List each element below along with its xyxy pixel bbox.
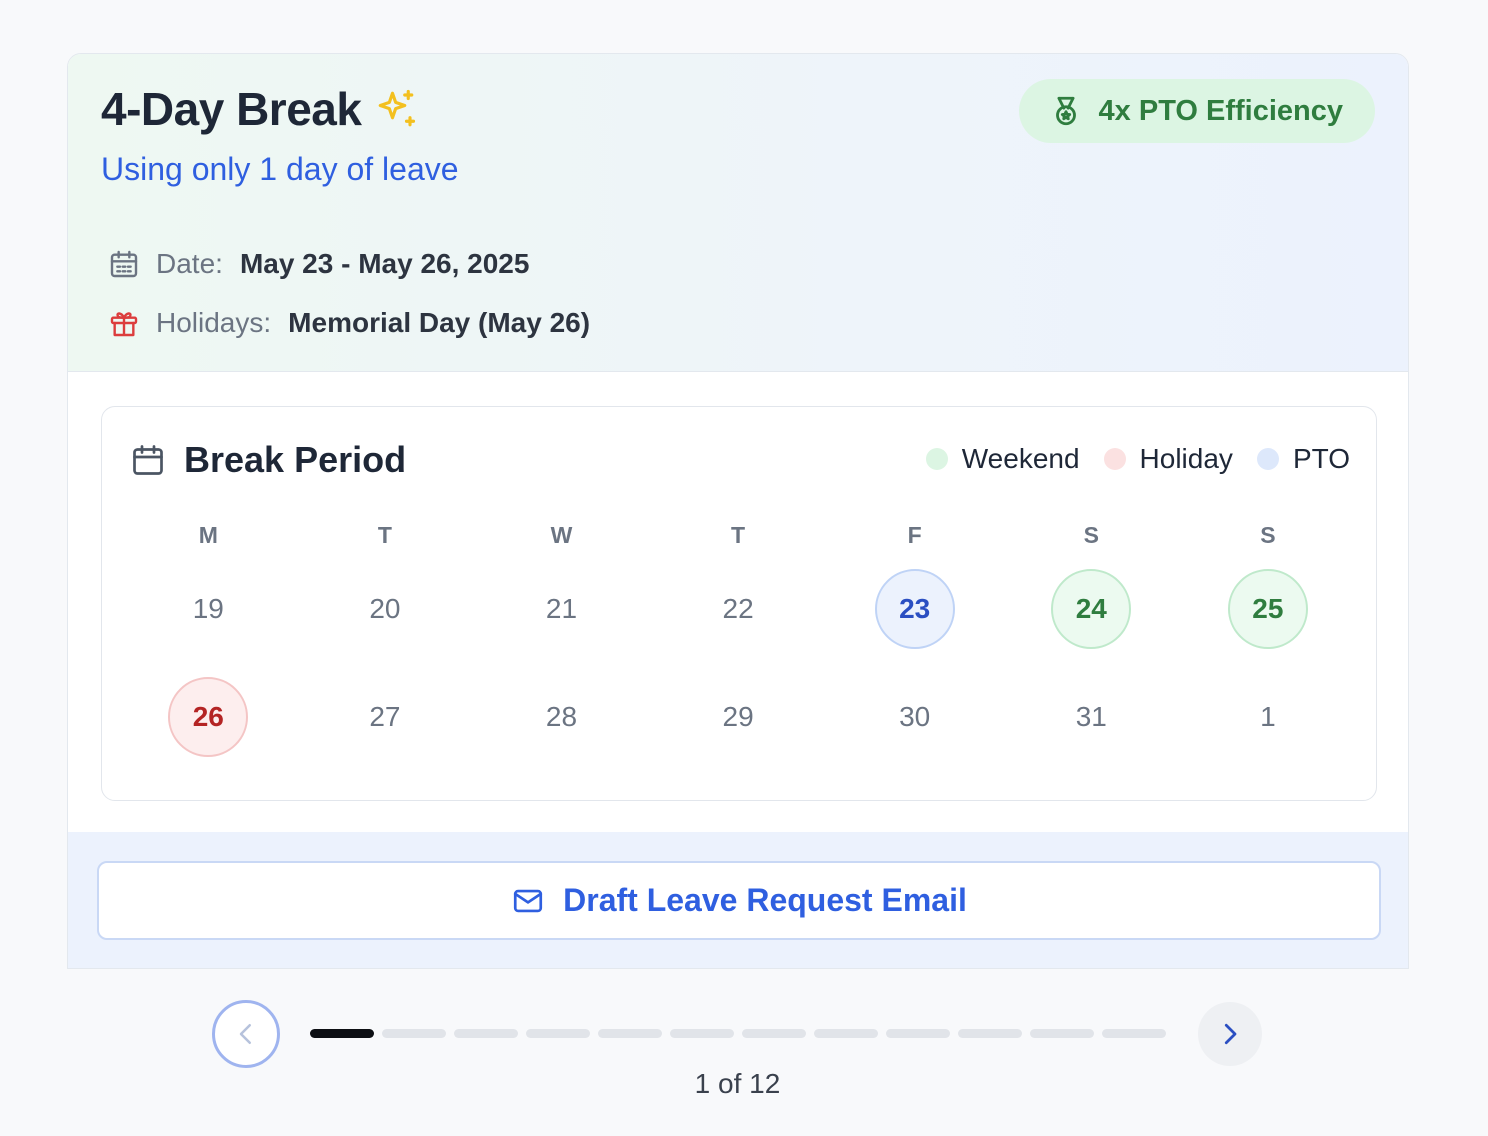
calendar-day: 20 bbox=[297, 555, 474, 663]
calendar-day: 22 bbox=[650, 555, 827, 663]
holidays-value: Memorial Day (May 26) bbox=[288, 307, 591, 338]
calendar-day-number: 28 bbox=[545, 701, 578, 732]
calendar-day: 28 bbox=[473, 663, 650, 771]
weekday-header: S bbox=[1083, 522, 1099, 548]
page-indicator-dot[interactable] bbox=[598, 1029, 662, 1038]
page-indicator-dot[interactable] bbox=[382, 1029, 446, 1038]
weekday-header: W bbox=[550, 522, 573, 548]
break-subtitle: Using only 1 day of leave bbox=[101, 151, 459, 187]
weekday-header: T bbox=[731, 522, 746, 548]
legend-item-holiday: Holiday bbox=[1103, 443, 1233, 475]
calendar-day: 24 bbox=[1003, 555, 1180, 663]
efficiency-badge: 4x PTO Efficiency bbox=[1018, 79, 1375, 143]
weekday-header: S bbox=[1260, 522, 1276, 548]
calendar-day-number: 29 bbox=[722, 701, 754, 732]
calendar-title-text: Break Period bbox=[184, 439, 407, 480]
efficiency-badge-label: 4x PTO Efficiency bbox=[1098, 94, 1343, 127]
draft-email-label: Draft Leave Request Email bbox=[563, 882, 967, 918]
date-label: Date: bbox=[156, 248, 223, 279]
calendar-day: 21 bbox=[473, 555, 650, 663]
medal-icon bbox=[1055, 96, 1076, 126]
sparkles-icon bbox=[379, 89, 416, 127]
legend-item-weekend: Weekend bbox=[925, 443, 1080, 475]
page-indicator-dot[interactable] bbox=[1102, 1029, 1166, 1038]
calendar-day: 29 bbox=[650, 663, 827, 771]
calendar-day-number: 20 bbox=[369, 593, 401, 624]
calendar-legend: Weekend Holiday PTO bbox=[902, 443, 1350, 475]
next-button[interactable] bbox=[1198, 1002, 1262, 1066]
break-period-calendar: Break Period Weekend Holiday PTO M T W T… bbox=[101, 406, 1377, 801]
prev-button[interactable] bbox=[212, 1000, 280, 1068]
page-indicator-dot[interactable] bbox=[958, 1029, 1022, 1038]
page-indicator-dot[interactable] bbox=[670, 1029, 734, 1038]
chevron-left-icon bbox=[239, 1024, 251, 1044]
calendar-day-number: 1 bbox=[1260, 701, 1276, 732]
holidays-row: Holidays: Memorial Day (May 26) bbox=[108, 307, 590, 339]
legend-label-pto: PTO bbox=[1292, 443, 1350, 474]
calendar-day-number: 24 bbox=[1051, 569, 1132, 649]
calendar-day-number: 25 bbox=[1227, 569, 1308, 649]
calendar-day: 27 bbox=[297, 663, 474, 771]
break-card: 4-Day Break Using only 1 day of leave 4x… bbox=[67, 53, 1409, 969]
calendar-day: 25 bbox=[1180, 555, 1357, 663]
page-indicator bbox=[310, 1029, 1166, 1038]
calendar-day: 1 bbox=[1180, 663, 1357, 771]
calendar-title: Break Period bbox=[130, 439, 406, 481]
draft-email-button[interactable]: Draft Leave Request Email bbox=[97, 861, 1381, 940]
chevron-right-icon bbox=[1224, 1023, 1237, 1045]
gift-icon bbox=[110, 312, 138, 337]
legend-label-holiday: Holiday bbox=[1139, 443, 1233, 474]
page-indicator-dot[interactable] bbox=[526, 1029, 590, 1038]
calendar-day-number: 26 bbox=[168, 677, 249, 757]
calendar-day-number: 19 bbox=[192, 593, 224, 624]
calendar-grid: M T W T F S S 19 20 21 22 23 24 25 26 27… bbox=[120, 515, 1356, 771]
break-title: 4-Day Break bbox=[101, 82, 417, 136]
break-title-text: 4-Day Break bbox=[101, 83, 362, 135]
calendar-day-number: 31 bbox=[1075, 701, 1107, 732]
calendar-days-icon bbox=[110, 250, 138, 278]
calendar-day-number: 21 bbox=[545, 593, 578, 624]
page-counter: 1 of 12 bbox=[694, 1068, 781, 1099]
calendar-icon bbox=[133, 445, 163, 475]
page-indicator-dot[interactable] bbox=[310, 1029, 374, 1038]
calendar-day: 26 bbox=[120, 663, 297, 771]
calendar-day-number: 30 bbox=[899, 701, 931, 732]
legend-dot-pto bbox=[1256, 448, 1279, 470]
calendar-day: 19 bbox=[120, 555, 297, 663]
break-card-header: 4-Day Break Using only 1 day of leave 4x… bbox=[68, 54, 1408, 372]
holidays-label: Holidays: bbox=[156, 307, 272, 338]
calendar-day-number: 23 bbox=[874, 569, 955, 649]
carousel-pager bbox=[0, 1000, 1488, 1070]
calendar-day-number: 22 bbox=[722, 593, 754, 624]
page-indicator-dot[interactable] bbox=[454, 1029, 518, 1038]
date-value: May 23 - May 26, 2025 bbox=[239, 248, 530, 279]
page-indicator-dot[interactable] bbox=[742, 1029, 806, 1038]
calendar-day: 23 bbox=[826, 555, 1003, 663]
page-indicator-dot[interactable] bbox=[814, 1029, 878, 1038]
legend-item-pto: PTO bbox=[1256, 443, 1350, 475]
weekday-header: M bbox=[198, 522, 218, 548]
calendar-day-number: 27 bbox=[369, 701, 401, 732]
calendar-day: 31 bbox=[1003, 663, 1180, 771]
legend-dot-holiday bbox=[1103, 448, 1126, 470]
page-indicator-dot[interactable] bbox=[1030, 1029, 1094, 1038]
weekday-header: F bbox=[907, 522, 922, 548]
date-row: Date: May 23 - May 26, 2025 bbox=[108, 248, 529, 280]
legend-label-weekend: Weekend bbox=[961, 443, 1080, 474]
card-footer: Draft Leave Request Email bbox=[68, 832, 1408, 968]
legend-dot-weekend bbox=[925, 448, 948, 470]
page-indicator-dot[interactable] bbox=[886, 1029, 950, 1038]
calendar-day: 30 bbox=[826, 663, 1003, 771]
mail-icon bbox=[514, 889, 543, 912]
weekday-header: T bbox=[377, 522, 392, 548]
